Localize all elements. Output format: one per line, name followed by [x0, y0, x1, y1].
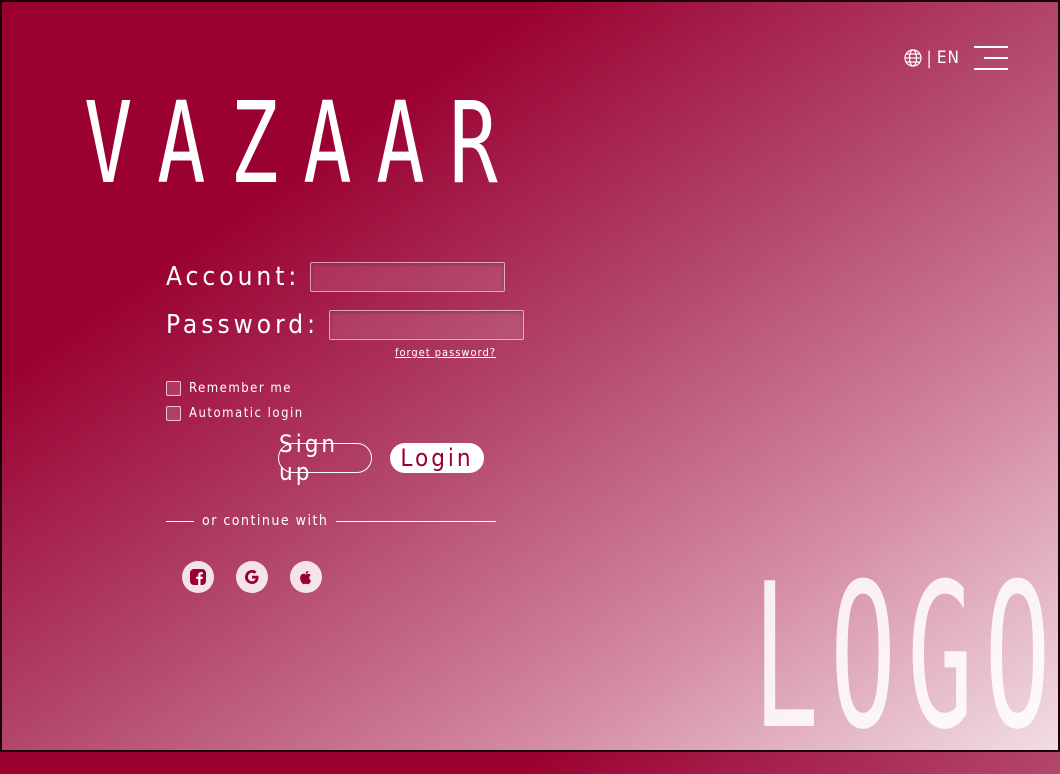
- forgot-password-row: forget password?: [166, 346, 496, 359]
- language-label[interactable]: EN: [937, 48, 960, 68]
- forgot-password-link[interactable]: forget password?: [395, 346, 496, 359]
- account-row: Account:: [166, 262, 506, 292]
- password-label: Password:: [166, 310, 319, 340]
- brand-title: VAZAAR: [84, 79, 523, 209]
- login-options: Remember me Automatic login: [166, 381, 496, 421]
- password-row: Password:: [166, 310, 524, 340]
- google-login-button[interactable]: [236, 561, 268, 593]
- password-input[interactable]: [328, 310, 524, 340]
- form-actions: Sign up Login: [166, 430, 496, 486]
- divider-text: or continue with: [202, 513, 329, 529]
- account-input[interactable]: [310, 262, 506, 292]
- hamburger-menu-icon[interactable]: [974, 46, 1008, 70]
- login-form: Account: Password: forget password? Reme…: [166, 262, 524, 593]
- top-bar: | EN: [904, 46, 1008, 70]
- globe-icon: [904, 49, 923, 67]
- divider-line-left: [166, 520, 194, 522]
- social-login-list: [166, 561, 496, 593]
- remember-me-checkbox[interactable]: [166, 381, 181, 396]
- remember-me-label: Remember me: [189, 381, 292, 396]
- logo-watermark: LOGO: [753, 541, 1060, 774]
- apple-login-button[interactable]: [290, 561, 322, 593]
- remember-me-option[interactable]: Remember me: [166, 381, 496, 396]
- account-label: Account:: [166, 262, 301, 292]
- facebook-icon: [190, 569, 206, 585]
- facebook-login-button[interactable]: [182, 561, 214, 593]
- google-icon: [245, 570, 259, 584]
- automatic-login-label: Automatic login: [189, 406, 304, 421]
- apple-icon: [300, 570, 311, 585]
- language-selector[interactable]: | EN: [904, 48, 960, 69]
- divider-line-right: [336, 520, 496, 522]
- sign-up-button[interactable]: Sign up: [278, 430, 372, 486]
- language-separator: |: [926, 47, 933, 69]
- automatic-login-option[interactable]: Automatic login: [166, 406, 496, 421]
- login-button[interactable]: Login: [390, 443, 484, 473]
- continue-divider: or continue with: [166, 513, 496, 529]
- automatic-login-checkbox[interactable]: [166, 406, 181, 421]
